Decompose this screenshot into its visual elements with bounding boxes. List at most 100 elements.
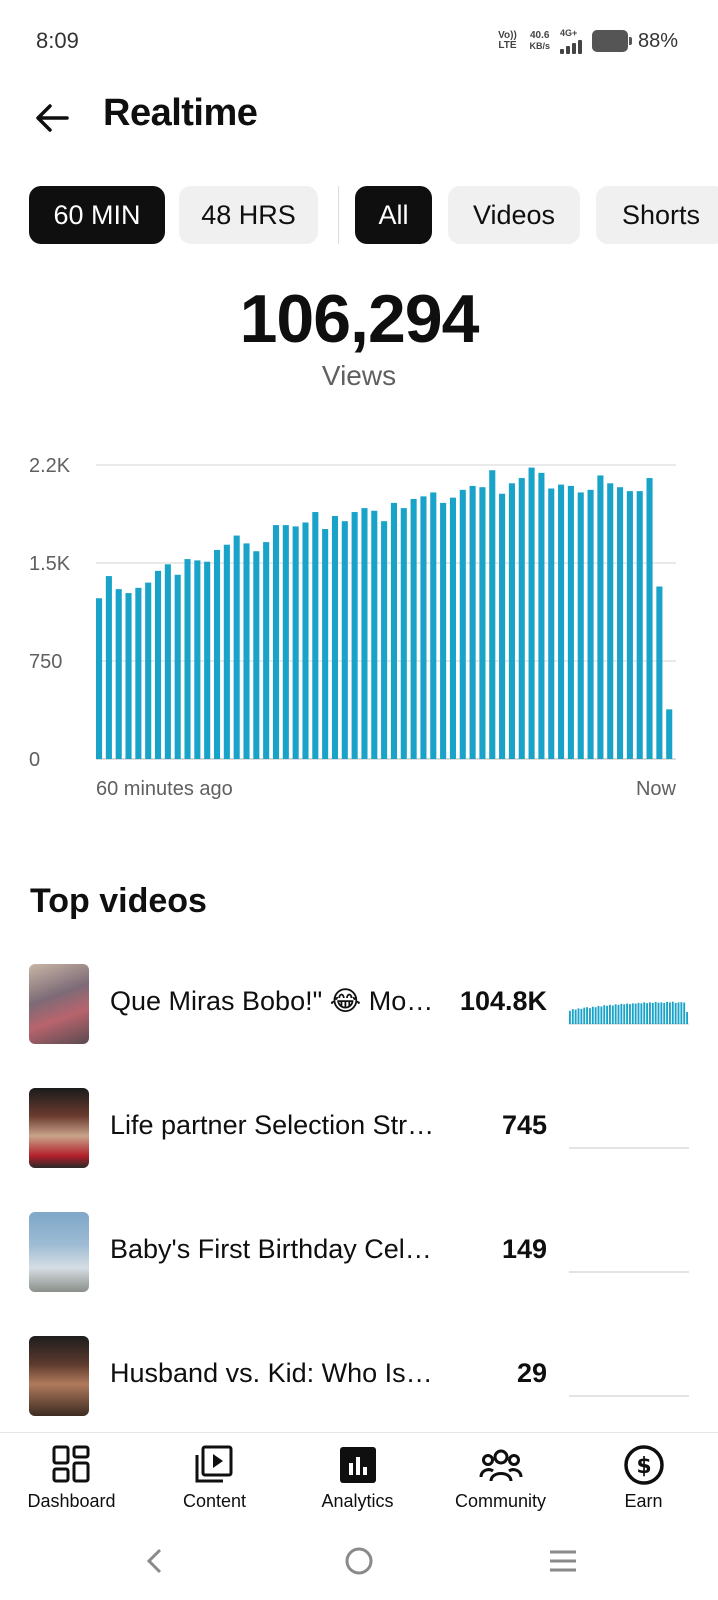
nav-content-label: Content: [182, 1491, 247, 1511]
chip-shorts[interactable]: Shorts: [596, 186, 718, 244]
chart-bar[interactable]: [499, 493, 506, 759]
chart-bar[interactable]: [420, 496, 427, 759]
sparkline-bar: [606, 1005, 608, 1024]
chart-bar[interactable]: [233, 535, 240, 759]
sparkline-bar: [674, 1002, 677, 1024]
chart-bar[interactable]: [282, 525, 289, 759]
chart-bar[interactable]: [587, 489, 594, 759]
dashboard-icon: [52, 1445, 89, 1483]
chart-bar[interactable]: [666, 709, 673, 759]
chart-bar[interactable]: [371, 510, 378, 759]
nav-dashboard[interactable]: Dashboard: [0, 1433, 143, 1523]
sparkline-bar: [649, 1002, 651, 1024]
back-button[interactable]: [28, 94, 76, 142]
chart-bar[interactable]: [115, 589, 122, 759]
chart-bar[interactable]: [459, 489, 466, 759]
chart-bar[interactable]: [548, 488, 555, 759]
nav-earn[interactable]: $ Earn: [572, 1433, 715, 1523]
chart-bar[interactable]: [528, 467, 535, 759]
chart-bar[interactable]: [390, 502, 398, 759]
nav-content[interactable]: Content: [143, 1433, 286, 1523]
chart-bar[interactable]: [430, 492, 437, 759]
sparkline-bar: [583, 1007, 586, 1024]
chart-bar[interactable]: [538, 472, 545, 759]
video-row[interactable]: Life partner Selection Struggle 745: [0, 1088, 718, 1188]
chart-bar[interactable]: [154, 570, 162, 759]
system-menu-button[interactable]: [533, 1536, 593, 1586]
chart-bar[interactable]: [204, 561, 211, 759]
video-views: 29: [516, 1358, 547, 1388]
chart-bar[interactable]: [341, 521, 348, 759]
chart-bar[interactable]: [174, 574, 181, 759]
nav-community[interactable]: Community: [429, 1433, 572, 1523]
sparkline-bar: [680, 1002, 683, 1024]
sparkline-bar: [617, 1004, 620, 1024]
system-home-button[interactable]: [329, 1536, 389, 1586]
chart-bar[interactable]: [184, 559, 191, 759]
chart-bar[interactable]: [322, 529, 329, 759]
chart-bar[interactable]: [449, 497, 456, 759]
system-back-button[interactable]: [125, 1536, 185, 1586]
sparkline-bar: [657, 1002, 660, 1024]
community-icon: [479, 1449, 522, 1482]
chart-bar[interactable]: [292, 526, 299, 759]
chart-bar[interactable]: [479, 487, 486, 759]
chart-bar[interactable]: [656, 586, 663, 759]
chart-bar[interactable]: [617, 487, 624, 759]
chart-bar[interactable]: [410, 498, 417, 759]
chart-bar[interactable]: [607, 483, 614, 759]
chart-bar[interactable]: [253, 551, 260, 759]
chart-bar[interactable]: [164, 564, 171, 759]
chart-bar[interactable]: [351, 512, 358, 759]
chart-bar[interactable]: [567, 485, 574, 759]
sparkline-bar: [623, 1004, 626, 1024]
top-videos-title: Top videos: [30, 882, 207, 920]
chart-bar[interactable]: [381, 521, 388, 759]
chart-bar[interactable]: [361, 508, 368, 759]
chart-bar[interactable]: [302, 522, 309, 759]
chart-bar[interactable]: [577, 492, 584, 759]
video-thumbnail: [29, 1212, 89, 1292]
chart-bar[interactable]: [243, 543, 250, 759]
chip-all[interactable]: All: [355, 186, 432, 244]
chart-bar[interactable]: [400, 508, 407, 759]
chart-bar[interactable]: [518, 478, 525, 759]
sparkline-bar: [686, 1012, 688, 1024]
video-row[interactable]: Baby's First Birthday Celebration 149: [0, 1212, 718, 1312]
sparkline-bar: [586, 1007, 588, 1024]
chart-bar[interactable]: [331, 515, 339, 759]
chart-bar[interactable]: [440, 502, 447, 759]
sparkline-bar: [620, 1003, 623, 1024]
chart-bar[interactable]: [312, 512, 319, 759]
chart-bar[interactable]: [558, 484, 565, 759]
chart-bar[interactable]: [489, 470, 496, 759]
chip-videos[interactable]: Videos: [448, 186, 580, 244]
video-row[interactable]: Husband vs. Kid: Who Is Better 29: [0, 1336, 718, 1436]
chip-60-min[interactable]: 60 MIN: [29, 186, 165, 244]
video-row[interactable]: Que Miras Bobo!" 😂 Mom's Reaction 104.8K: [0, 964, 718, 1064]
chart-bar[interactable]: [646, 478, 653, 759]
earn-icon: $: [623, 1445, 664, 1485]
chart-bar[interactable]: [508, 483, 515, 759]
chart-bar[interactable]: [105, 576, 112, 759]
video-title: Que Miras Bobo!" 😂 Mom's Reaction: [110, 986, 440, 1016]
chart-bar[interactable]: [263, 542, 270, 759]
home-icon: [345, 1547, 373, 1575]
sparkline-bar: [589, 1008, 591, 1024]
chart-bar[interactable]: [272, 525, 280, 759]
chart-bar[interactable]: [636, 491, 643, 759]
chart-bar[interactable]: [626, 491, 633, 759]
chart-bar[interactable]: [597, 475, 604, 759]
chart-bar[interactable]: [145, 582, 152, 759]
chart-bar[interactable]: [125, 593, 132, 759]
chart-bar[interactable]: [194, 560, 201, 759]
y-tick-label: 0: [29, 749, 40, 771]
video-sparkline: [569, 1271, 689, 1273]
chart-bar[interactable]: [469, 485, 476, 759]
chart-bar[interactable]: [213, 549, 221, 759]
chip-48-hrs[interactable]: 48 HRS: [179, 186, 318, 244]
chart-bar[interactable]: [135, 587, 142, 759]
chart-bar[interactable]: [96, 598, 103, 759]
chart-bar[interactable]: [223, 544, 230, 759]
nav-analytics[interactable]: Analytics: [286, 1433, 429, 1523]
